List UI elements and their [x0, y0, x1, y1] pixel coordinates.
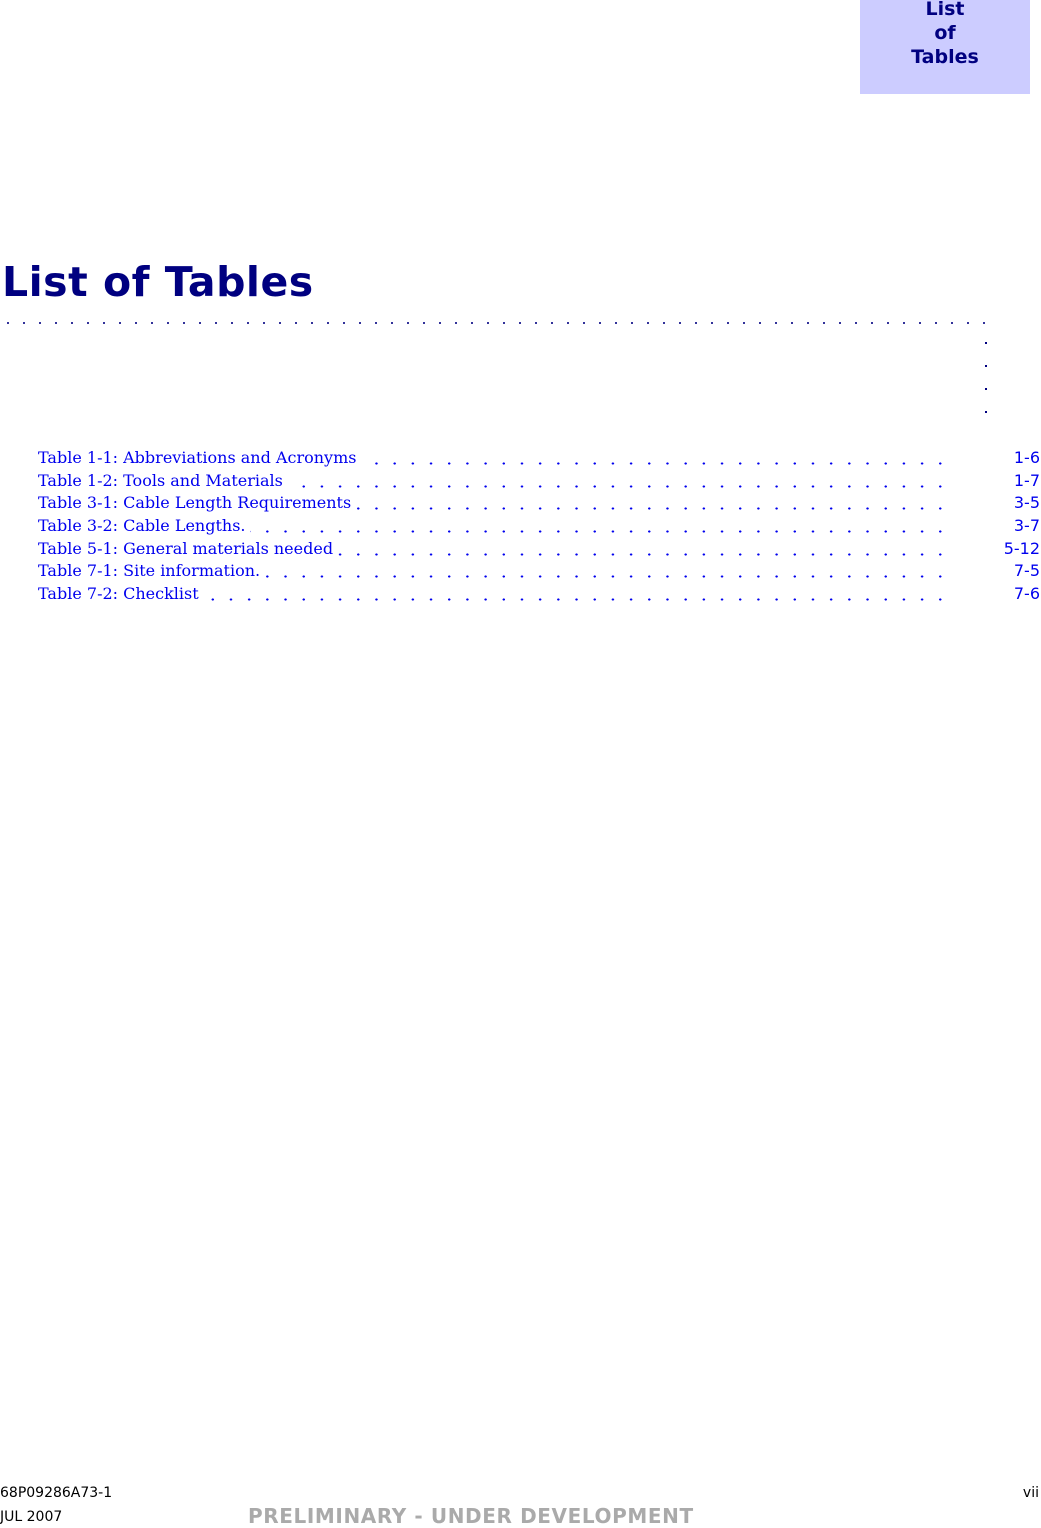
entry-page[interactable]: 3-5: [1014, 492, 1040, 514]
entry-title[interactable]: Table 7-1: Site information.: [38, 561, 265, 581]
entry-page[interactable]: 7-6: [1014, 583, 1040, 605]
toc-entry-table-7-2[interactable]: Table 7-2: Checklist 7-6: [38, 583, 1041, 606]
toc-entry-table-3-2[interactable]: Table 3-2: Cable Lengths. 3-7: [38, 515, 1041, 538]
toc-entry-table-1-2[interactable]: Table 1-2: Tools and Materials 1-7: [38, 470, 1041, 493]
page-title: List of Tables: [2, 258, 314, 306]
toc-entry-table-1-1[interactable]: Table 1-1: Abbreviations and Acronyms 1-…: [38, 447, 1041, 470]
vertical-dotted-rule: [984, 336, 988, 416]
entry-page[interactable]: 5-12: [1004, 538, 1040, 560]
entry-title[interactable]: Table 3-1: Cable Length Requirements: [38, 493, 356, 513]
footer-date: JUL 2007: [0, 1509, 63, 1525]
footer-status-banner: PRELIMINARY - UNDER DEVELOPMENT: [248, 1504, 694, 1528]
title-dotted-rule: [0, 322, 990, 324]
footer-page-number: vii: [1022, 1485, 1039, 1501]
footer-doc-number: 68P09286A73-1: [0, 1485, 113, 1501]
entry-page[interactable]: 1-6: [1014, 447, 1040, 469]
toc-entry-table-3-1[interactable]: Table 3-1: Cable Length Requirements 3-5: [38, 492, 1041, 515]
entry-page[interactable]: 7-5: [1014, 560, 1040, 582]
entry-title[interactable]: Table 3-2: Cable Lengths.: [38, 516, 250, 536]
section-tab-line-2: of: [934, 22, 956, 44]
entry-page[interactable]: 1-7: [1014, 470, 1040, 492]
section-tab-line-1: List: [925, 0, 965, 20]
entry-title[interactable]: Table 5-1: General materials needed: [38, 538, 338, 558]
toc-entry-table-5-1[interactable]: Table 5-1: General materials needed 5-12: [38, 538, 1041, 561]
entry-title[interactable]: Table 7-2: Checklist: [38, 584, 203, 604]
section-tab[interactable]: List of Tables: [860, 0, 1030, 94]
list-of-tables: Table 1-1: Abbreviations and Acronyms 1-…: [38, 447, 1041, 606]
entry-title[interactable]: Table 1-1: Abbreviations and Acronyms: [38, 448, 361, 467]
toc-entry-table-7-1[interactable]: Table 7-1: Site information. 7-5: [38, 560, 1041, 583]
section-tab-line-3: Tables: [911, 46, 979, 68]
entry-title[interactable]: Table 1-2: Tools and Materials: [38, 470, 287, 490]
entry-page[interactable]: 3-7: [1014, 515, 1040, 537]
